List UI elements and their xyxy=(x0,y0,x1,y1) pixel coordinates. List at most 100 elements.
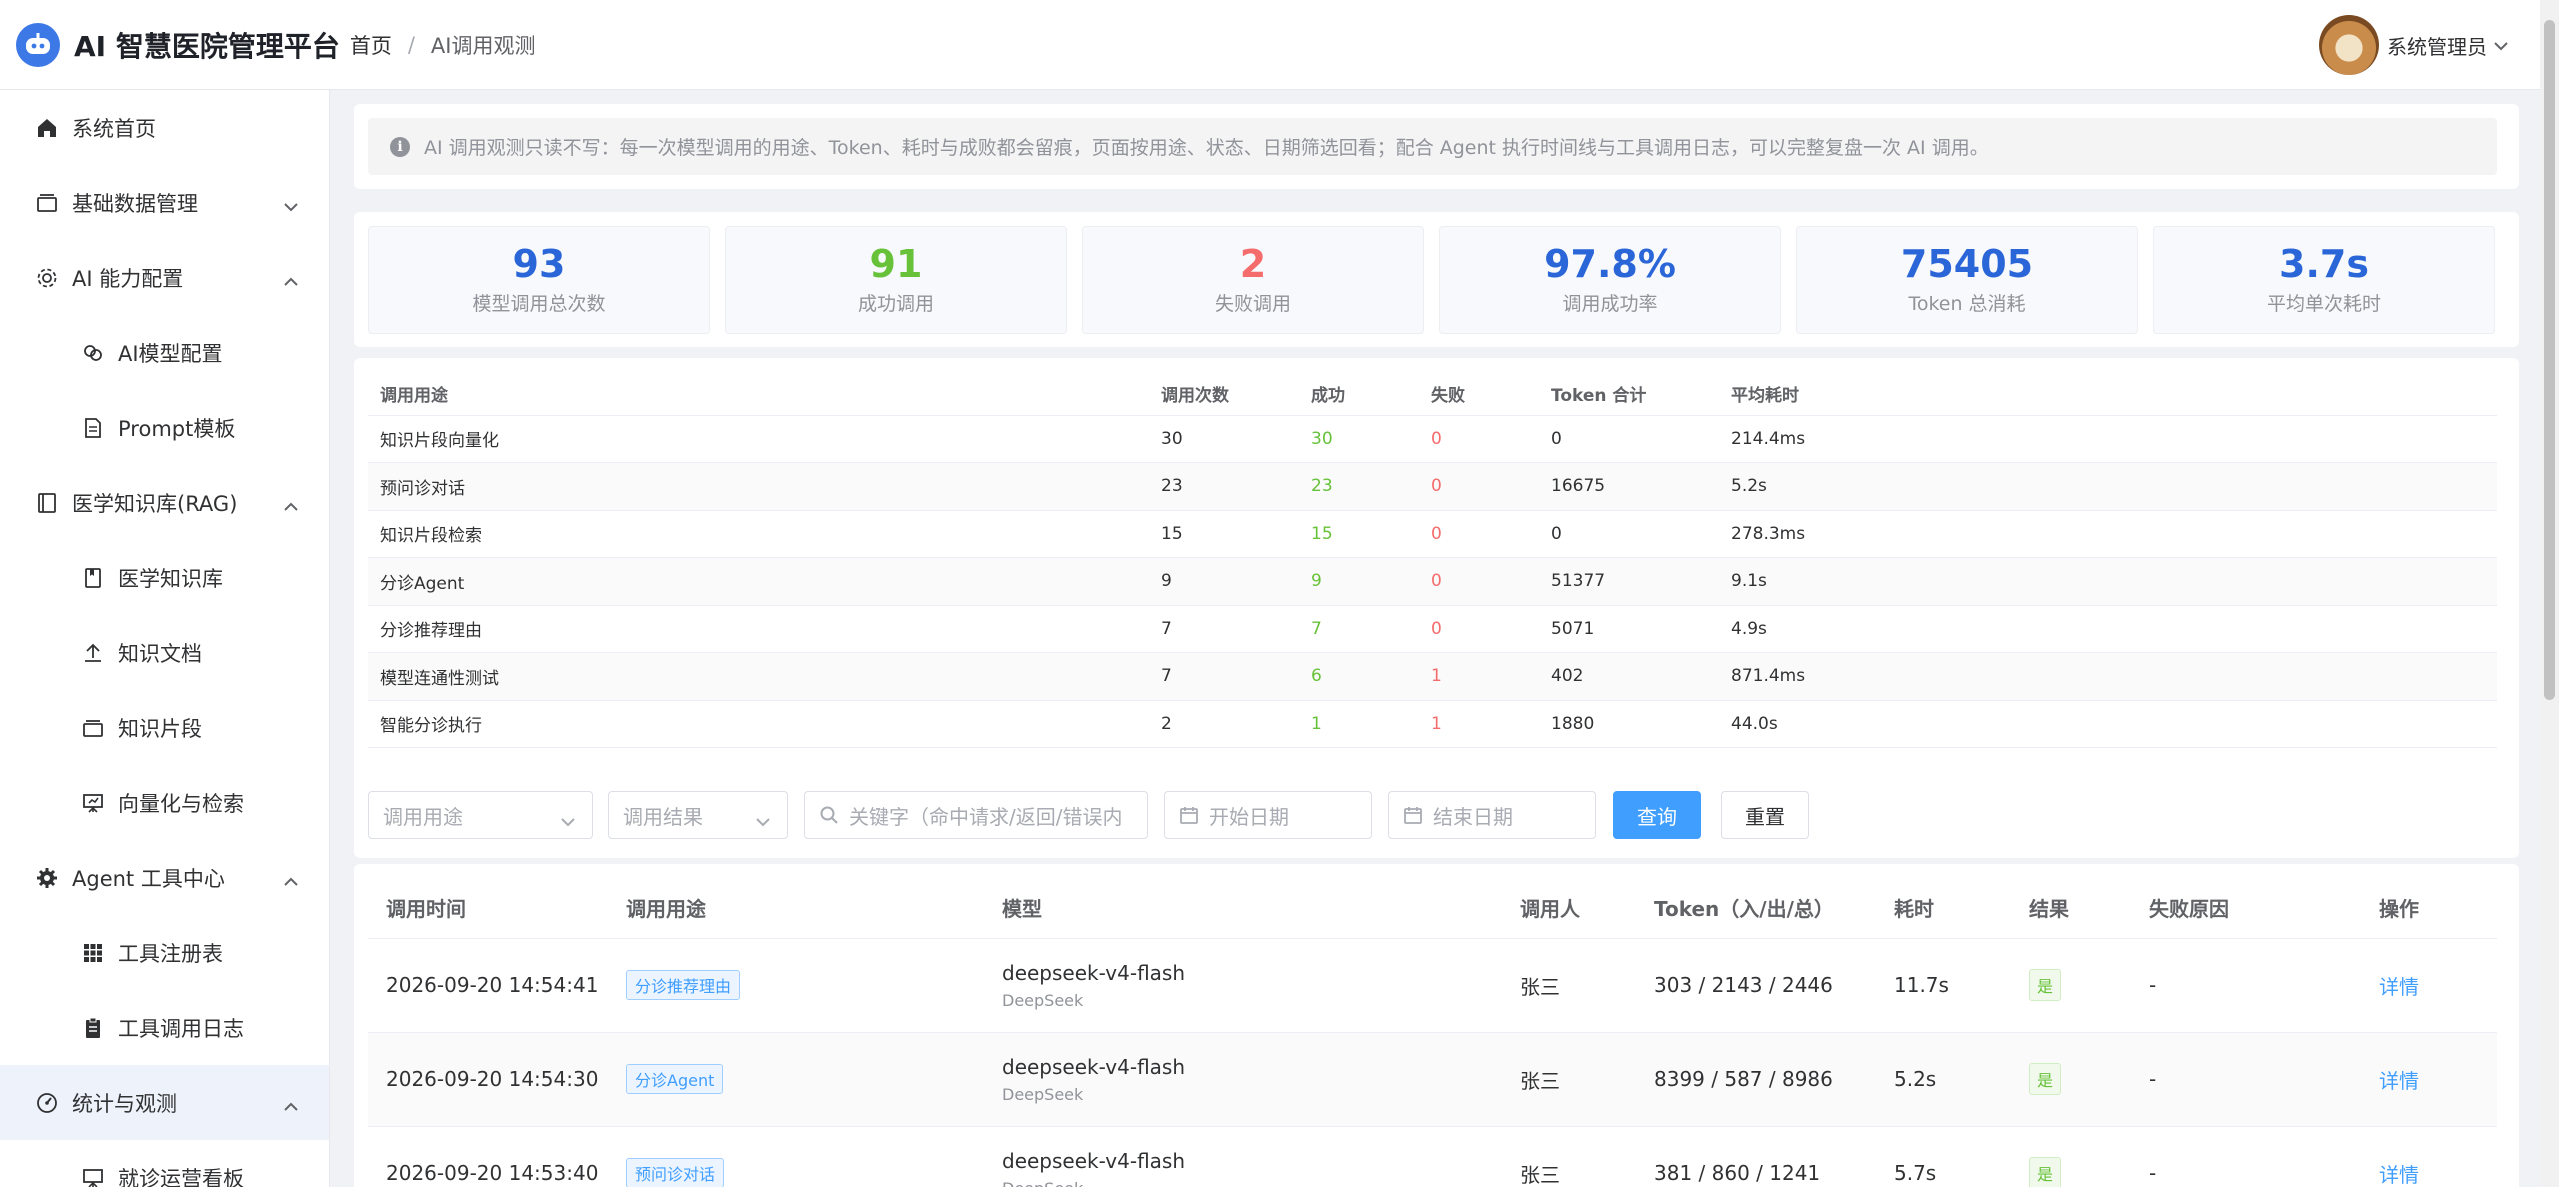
app-brand: AI 智慧医院管理平台 xyxy=(74,29,340,63)
summary-cell: 智能分诊执行 xyxy=(368,700,1149,748)
sidebar-item-clipboard[interactable]: 工具调用日志 xyxy=(0,990,329,1065)
page-scrollbar[interactable] xyxy=(2540,0,2559,1187)
keyword-input[interactable]: 关键字（命中请求/返回/错误内 xyxy=(804,791,1148,839)
model-vendor: DeepSeek xyxy=(1002,1084,1084,1104)
model-name: deepseek-v4-flash xyxy=(1002,1054,1186,1079)
stat-value: 3.7s xyxy=(2279,242,2369,286)
sidebar-item-label: 统计与观测 xyxy=(72,1091,177,1116)
log-header-cell: 调用时间 xyxy=(368,878,608,939)
chevron-up-icon xyxy=(283,868,299,892)
purpose-select[interactable]: 调用用途 xyxy=(368,791,593,839)
sidebar-item-label: 工具注册表 xyxy=(118,941,223,966)
result-select[interactable]: 调用结果 xyxy=(608,791,788,839)
chevron-down-icon xyxy=(755,808,771,832)
summary-cell: 871.4ms xyxy=(1719,652,2497,701)
summary-cell: 278.3ms xyxy=(1719,510,2497,558)
stat-value: 93 xyxy=(512,242,566,286)
sidebar-item-database[interactable]: 基础数据管理 xyxy=(0,165,329,240)
summary-cell: 9 xyxy=(1299,557,1419,606)
search-icon xyxy=(819,805,839,825)
stat-value: 75405 xyxy=(1900,242,2034,286)
user-name[interactable]: 系统管理员 xyxy=(2387,31,2487,60)
purpose-select-placeholder: 调用用途 xyxy=(383,804,463,829)
summary-cell: 15 xyxy=(1149,510,1299,558)
sidebar-item-label: 工具调用日志 xyxy=(118,1016,244,1041)
info-icon: i xyxy=(390,136,410,157)
sidebar-item-label: 系统首页 xyxy=(72,116,156,141)
document-icon xyxy=(80,415,106,441)
grid-icon xyxy=(80,940,106,966)
log-action-cell: 详情 xyxy=(2361,1032,2497,1127)
sidebar-item-book[interactable]: 医学知识库(RAG) xyxy=(0,465,329,540)
main-content: i AI 调用观测只读不写：每一次模型调用的用途、Token、耗时与成败都会留痕… xyxy=(330,90,2540,1187)
summary-cell: 402 xyxy=(1539,652,1719,701)
start-date-input[interactable]: 开始日期 xyxy=(1164,791,1372,839)
stat-tile: 2 失败调用 xyxy=(1082,226,1424,334)
log-header-cell: Token（入/出/总） xyxy=(1636,878,1876,939)
summary-cell: 分诊Agent xyxy=(368,557,1149,606)
query-button[interactable]: 查询 xyxy=(1613,791,1701,839)
sidebar-item-board[interactable]: 就诊运营看板 xyxy=(0,1140,329,1187)
end-date-input[interactable]: 结束日期 xyxy=(1388,791,1596,839)
avatar[interactable] xyxy=(2319,15,2379,75)
chevron-down-icon[interactable] xyxy=(2493,36,2509,55)
stat-label: 模型调用总次数 xyxy=(472,293,606,315)
sidebar-item-label: Prompt模板 xyxy=(118,416,236,441)
log-header-cell: 调用用途 xyxy=(608,878,984,939)
breadcrumb-home[interactable]: 首页 xyxy=(350,30,392,60)
summary-header-cell: 平均耗时 xyxy=(1719,372,2497,416)
purpose-summary-table: 调用用途 调用次数 成功 失败 Token 合计 平均耗时 知识片段向量化 30 30 0 0 21… xyxy=(368,372,2497,748)
summary-header-cell: 成功 xyxy=(1299,372,1419,416)
cog-icon xyxy=(34,865,60,891)
summary-cell: 16675 xyxy=(1539,462,1719,511)
sidebar-item-gauge[interactable]: 统计与观测 xyxy=(0,1065,329,1140)
detail-link[interactable]: 详情 xyxy=(2379,975,2419,999)
sidebar-item-layers[interactable]: 知识片段 xyxy=(0,690,329,765)
sidebar-item-gear[interactable]: AI 能力配置 xyxy=(0,240,329,315)
chevron-up-icon xyxy=(283,1093,299,1117)
upload-icon xyxy=(80,640,106,666)
log-purpose-cell: 分诊推荐理由 xyxy=(608,938,984,1033)
log-header-cell: 失败原因 xyxy=(2131,878,2361,939)
detail-link[interactable]: 详情 xyxy=(2379,1069,2419,1093)
stat-label: Token 总消耗 xyxy=(1908,293,2026,315)
sidebar-item-home[interactable]: 系统首页 xyxy=(0,90,329,165)
scrollbar-thumb[interactable] xyxy=(2544,20,2555,700)
summary-header-cell: 失败 xyxy=(1419,372,1539,416)
log-purpose-cell: 分诊Agent xyxy=(608,1032,984,1127)
sidebar-item-model[interactable]: AI模型配置 xyxy=(0,315,329,390)
sidebar-menu: 系统首页基础数据管理 AI 能力配置 AI模型配置 Prompt模板医学知识库(RAG… xyxy=(0,90,330,1187)
sidebar-item-notebook[interactable]: 医学知识库 xyxy=(0,540,329,615)
stat-value: 97.8% xyxy=(1544,242,1676,286)
summary-cell: 5.2s xyxy=(1719,462,2497,511)
reset-button[interactable]: 重置 xyxy=(1721,791,1809,839)
summary-cell: 知识片段向量化 xyxy=(368,415,1149,463)
summary-cell: 1 xyxy=(1419,652,1539,701)
chevron-down-icon xyxy=(283,193,299,217)
result-badge: 是 xyxy=(2029,1063,2062,1095)
log-result-cell: 是 xyxy=(2011,938,2131,1033)
summary-cell: 6 xyxy=(1299,652,1419,701)
table-row: 分诊推荐理由 7 7 0 5071 4.9s xyxy=(368,605,2497,653)
detail-link[interactable]: 详情 xyxy=(2379,1163,2419,1187)
database-icon xyxy=(34,190,60,216)
sidebar-item-label: 知识片段 xyxy=(118,716,202,741)
model-name: deepseek-v4-flash xyxy=(1002,960,1186,985)
chevron-up-icon xyxy=(283,493,299,517)
sidebar-item-document[interactable]: Prompt模板 xyxy=(0,390,329,465)
table-row: 知识片段检索 15 15 0 0 278.3ms xyxy=(368,510,2497,558)
summary-cell: 7 xyxy=(1299,605,1419,653)
summary-cell: 44.0s xyxy=(1719,700,2497,748)
sidebar-item-presentation[interactable]: 向量化与检索 xyxy=(0,765,329,840)
sidebar-item-cog[interactable]: Agent 工具中心 xyxy=(0,840,329,915)
calendar-icon xyxy=(1403,805,1423,825)
board-icon xyxy=(80,1165,106,1187)
user-menu[interactable]: 系统管理员 xyxy=(2319,15,2509,75)
stat-label: 调用成功率 xyxy=(1562,293,1658,315)
sidebar-item-grid[interactable]: 工具注册表 xyxy=(0,915,329,990)
sidebar-item-upload[interactable]: 知识文档 xyxy=(0,615,329,690)
summary-cell: 23 xyxy=(1299,462,1419,511)
log-header-cell: 模型 xyxy=(984,878,1502,939)
summary-cell: 15 xyxy=(1299,510,1419,558)
home-icon xyxy=(34,115,60,141)
